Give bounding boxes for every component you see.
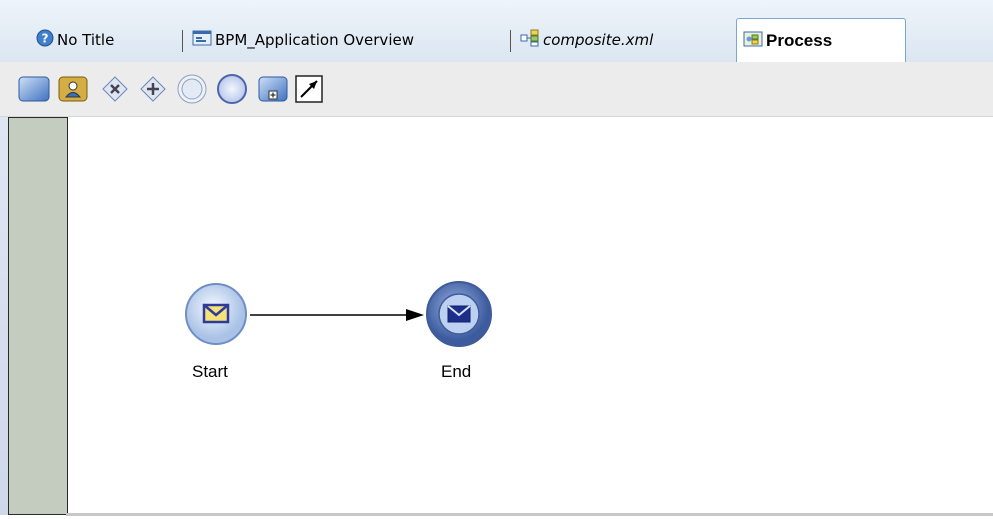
tab-composite-xml[interactable]: composite.xml (510, 22, 659, 58)
swimlane-header[interactable] (8, 117, 68, 515)
exclusive-gateway-icon[interactable] (100, 74, 130, 104)
end-event[interactable] (424, 280, 494, 348)
svg-text:?: ? (42, 32, 49, 46)
tab-separator (182, 30, 183, 52)
start-event-label: Start (192, 362, 228, 381)
tab-process[interactable]: Process (736, 18, 906, 62)
parallel-gateway-icon[interactable] (138, 74, 168, 104)
editor-tab-bar: ? No Title BPM_Application Overview comp… (0, 0, 993, 62)
start-event[interactable] (184, 282, 248, 346)
tab-no-title[interactable]: ? No Title (30, 22, 120, 58)
tab-label: Process (766, 30, 833, 50)
canvas-bottom-border (66, 513, 993, 516)
tab-label: BPM_Application Overview (215, 31, 414, 49)
subprocess-icon[interactable] (258, 74, 288, 104)
process-canvas[interactable]: Start End (0, 117, 993, 519)
tab-label: composite.xml (543, 31, 654, 49)
tab-separator (510, 30, 511, 52)
process-toolbar (0, 62, 993, 117)
help-icon: ? (36, 29, 54, 51)
sequence-flow[interactable] (248, 305, 428, 325)
tab-bpm-application-overview[interactable]: BPM_Application Overview (182, 22, 420, 58)
activity-icon[interactable] (18, 74, 50, 104)
canvas-left-border (0, 117, 8, 515)
intermediate-event-icon[interactable] (176, 74, 207, 104)
overview-icon (192, 29, 212, 51)
end-event-label: End (441, 362, 472, 381)
end-event-icon[interactable] (216, 74, 247, 104)
composite-icon (520, 29, 540, 51)
process-icon (743, 30, 763, 52)
connector-icon[interactable] (294, 74, 324, 104)
user-task-icon[interactable] (58, 74, 88, 104)
tab-label: No Title (57, 31, 115, 49)
